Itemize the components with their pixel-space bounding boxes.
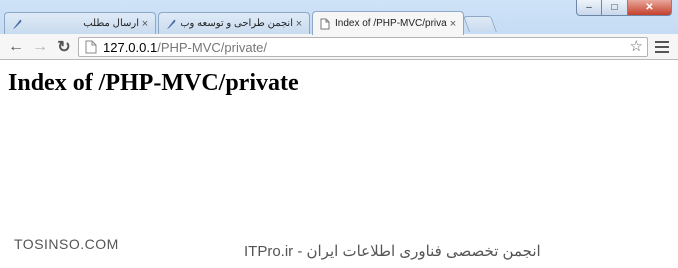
tab-send-post[interactable]: ارسال مطلب × [4, 12, 156, 34]
page-title: Index of /PHP-MVC/private [8, 70, 299, 96]
tab-title: ارسال مطلب [83, 18, 139, 29]
menu-bar-icon [655, 41, 669, 43]
url-host: 127.0.0.1 [103, 39, 158, 55]
tab-close-button[interactable]: × [293, 18, 305, 30]
minimize-button[interactable]: – [576, 0, 602, 16]
tab-web-forum[interactable]: انجمن طراحی و توسعه وب × [158, 12, 310, 34]
toolbar: ← → ↻ 127.0.0.1/PHP-MVC/private/ ☆ [0, 34, 678, 60]
feather-icon [13, 19, 22, 29]
back-button[interactable]: ← [6, 37, 26, 57]
tab-title: انجمن طراحی و توسعه وب [181, 18, 293, 29]
window-controls: – □ ✕ [576, 0, 672, 16]
url-path: /PHP-MVC/private/ [157, 39, 268, 55]
new-tab-button[interactable] [463, 16, 497, 32]
menu-bar-icon [655, 51, 669, 53]
watermark-left: TOSINSO.COM [14, 236, 119, 252]
tab-close-button[interactable]: × [447, 18, 459, 30]
feather-icon [167, 19, 176, 29]
tab-close-button[interactable]: × [139, 18, 151, 30]
tab-index-private[interactable]: Index of /PHP-MVC/private × [312, 11, 464, 35]
menu-bar-icon [655, 46, 669, 48]
reload-button[interactable]: ↻ [54, 37, 74, 57]
tab-title: Index of /PHP-MVC/private [335, 18, 447, 29]
maximize-button[interactable]: □ [602, 0, 628, 16]
bookmark-star-icon[interactable]: ☆ [630, 38, 643, 56]
close-window-button[interactable]: ✕ [628, 0, 672, 16]
menu-button[interactable] [655, 39, 669, 55]
browser-chrome: ارسال مطلب × انجمن طراحی و توسعه وب × In… [0, 0, 678, 60]
forward-button[interactable]: → [30, 37, 50, 57]
page-icon [85, 40, 97, 54]
address-bar[interactable]: 127.0.0.1/PHP-MVC/private/ ☆ [78, 37, 648, 57]
page-icon [320, 18, 330, 29]
watermark-right: ITPro.ir - انجمن تخصصی فناوری اطلاعات ای… [244, 243, 541, 260]
